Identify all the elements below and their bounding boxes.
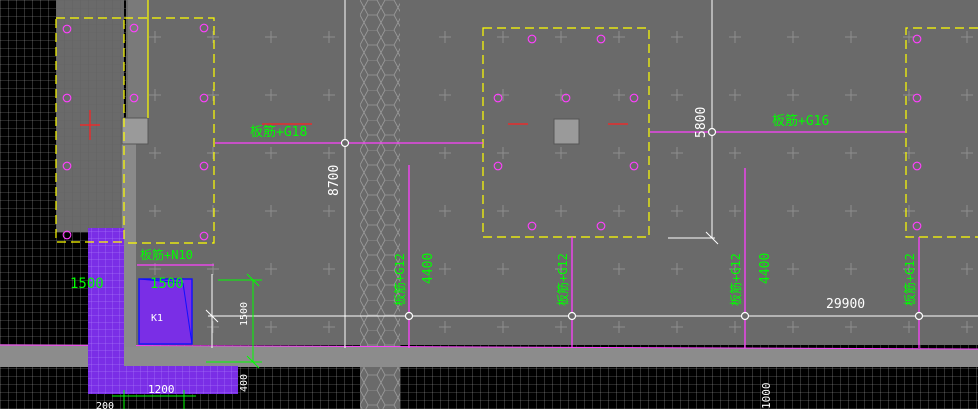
label-beam-g18: 板筋+G18 <box>250 124 307 140</box>
dim-29900: 29900 <box>826 297 865 312</box>
cad-canvas[interactable]: 板筋+G18 板筋+G16 板筋+N10 板筋+G12 板筋+G12 板筋+G1… <box>0 0 978 409</box>
label-beam-g12-d: 板筋+G12 <box>902 253 917 306</box>
label-beam-n10: 板筋+N10 <box>140 247 193 262</box>
dim-1500-a: 1500 <box>70 276 104 292</box>
label-beam-g16: 板筋+G16 <box>772 113 829 129</box>
dim-1500-b: 1500 <box>150 276 184 292</box>
dim-4400-b: 4400 <box>758 253 773 284</box>
label-beam-g12-b: 板筋+G12 <box>555 253 570 306</box>
column-left[interactable] <box>121 117 149 145</box>
label-beam-g12-a: 板筋+G12 <box>392 253 407 306</box>
column-center[interactable] <box>553 118 580 145</box>
label-pit-k1: K1 <box>151 313 163 324</box>
label-beam-g12-c: 板筋+G12 <box>728 253 743 306</box>
dim-8700: 8700 <box>327 165 342 196</box>
dim-5800: 5800 <box>694 107 709 138</box>
dim-200: 200 <box>96 401 114 409</box>
dim-1500-vertical: 1500 <box>239 302 250 326</box>
dim-1000: 1000 <box>760 383 773 409</box>
ground-band <box>0 344 978 367</box>
dim-4400-a: 4400 <box>421 253 436 284</box>
dim-1200: 1200 <box>148 383 175 396</box>
dim-400: 400 <box>239 374 250 392</box>
cad-drawing-viewport[interactable]: 板筋+G18 板筋+G16 板筋+N10 板筋+G12 板筋+G12 板筋+G1… <box>0 0 978 409</box>
